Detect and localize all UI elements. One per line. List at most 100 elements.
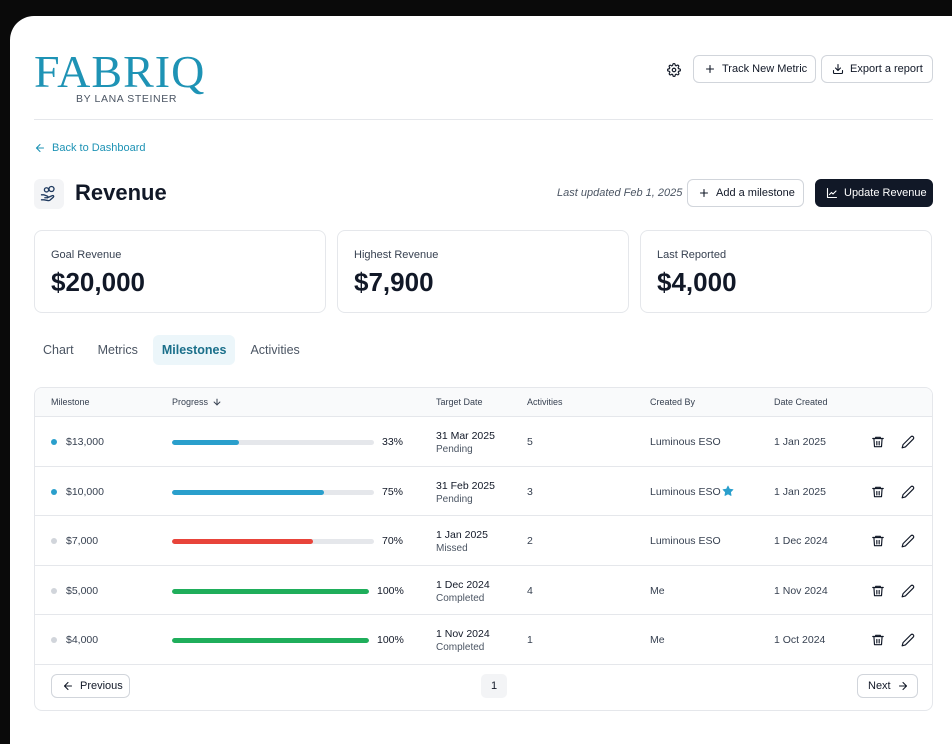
progress-percent: 33%: [382, 436, 404, 448]
column-header-label: Milestone: [51, 397, 90, 407]
delete-milestone-button[interactable]: [870, 632, 886, 648]
progress-percent: 75%: [382, 485, 404, 498]
edit-milestone-button[interactable]: [900, 434, 916, 450]
edit-milestone-button[interactable]: [900, 632, 916, 648]
created-by: Luminous ESO: [650, 535, 721, 547]
previous-page-button[interactable]: Previous: [51, 674, 130, 698]
hand-coins-icon: [40, 185, 55, 202]
export-report-label: Export a report: [850, 63, 923, 75]
next-page-button[interactable]: Next: [857, 674, 918, 698]
table-row[interactable]: $4,000 100% 1 Nov 2024 Completed 1 Me 1 Oct 20…: [35, 615, 932, 665]
track-new-metric-button[interactable]: Track New Metric: [693, 55, 816, 83]
column-header-created-by[interactable]: Created By: [650, 397, 695, 407]
stat-card-last-reported: Last Reported $4,000: [640, 230, 932, 313]
pencil-icon: [901, 534, 915, 548]
created-by: Me: [650, 584, 665, 597]
page-number-current[interactable]: 1: [481, 674, 507, 698]
milestone-value: $5,000: [66, 584, 99, 597]
progress-bar: [172, 588, 369, 594]
column-header-target-date[interactable]: Target Date: [436, 397, 483, 407]
delete-milestone-button[interactable]: [870, 583, 886, 599]
progress-bar: [172, 539, 374, 544]
progress-bar: [172, 638, 369, 643]
page-title: Revenue: [75, 180, 167, 205]
brand-logo[interactable]: FABRIQ BY LANA STEINER: [34, 46, 206, 106]
status-dot: [51, 538, 57, 544]
update-revenue-label: Update Revenue: [844, 187, 927, 199]
edit-milestone-button[interactable]: [900, 484, 916, 500]
table-row[interactable]: $5,000 100% 1 Dec 2024 Completed 4 Me 1 Nov 20…: [35, 566, 932, 615]
tab-metrics[interactable]: Metrics: [89, 335, 147, 365]
brand-name: FABRIQ: [34, 46, 206, 97]
arrow-left-icon: [35, 143, 45, 153]
column-header-date-created[interactable]: Date Created: [774, 397, 828, 407]
milestone-status: Missed: [436, 543, 468, 554]
add-milestone-button[interactable]: Add a milestone: [687, 179, 804, 207]
status-dot: [51, 587, 57, 594]
tab-chart[interactable]: Chart: [34, 335, 83, 365]
update-revenue-button[interactable]: Update Revenue: [815, 179, 933, 207]
column-header-progress[interactable]: Progress: [172, 397, 222, 407]
delete-milestone-button[interactable]: [870, 533, 886, 549]
column-header-milestone[interactable]: Milestone: [51, 397, 90, 407]
edit-milestone-button[interactable]: [900, 583, 916, 599]
progress-bar: [172, 489, 374, 495]
activities-count: 3: [527, 485, 533, 498]
edit-milestone-button[interactable]: [900, 533, 916, 549]
next-page-label: Next: [868, 680, 891, 692]
column-header-activities[interactable]: Activities: [527, 397, 563, 407]
progress-bar-fill: [172, 440, 239, 445]
milestone-status: Pending: [436, 493, 473, 505]
milestone-status: Completed: [436, 642, 485, 653]
target-date: 1 Dec 2024: [436, 578, 490, 591]
stat-value: $4,000: [657, 267, 737, 297]
tab-milestones[interactable]: Milestones: [152, 335, 236, 365]
milestone-value: $13,000: [66, 436, 104, 448]
progress-bar: [172, 440, 374, 445]
back-to-dashboard-label: Back to Dashboard: [52, 142, 146, 154]
stat-value: $7,900: [354, 267, 434, 297]
delete-milestone-button[interactable]: [870, 434, 886, 450]
stat-label: Highest Revenue: [354, 249, 439, 261]
milestone-status: Completed: [436, 592, 485, 604]
progress-bar-fill: [172, 539, 314, 544]
date-created: 1 Jan 2025: [774, 485, 826, 498]
activities-count: 2: [527, 535, 533, 547]
progress-percent: 100%: [377, 634, 404, 646]
export-report-button[interactable]: Export a report: [821, 55, 933, 83]
milestone-status: Pending: [436, 444, 473, 455]
table-row[interactable]: $10,000 75% 31 Feb 2025 Pending 3 Luminous ES…: [35, 467, 932, 516]
progress-percent: 70%: [382, 535, 404, 547]
trash-icon: [872, 585, 884, 596]
activities-count: 5: [527, 436, 533, 448]
column-header-label: Progress: [172, 397, 209, 407]
starred-badge: [722, 485, 734, 500]
table-row[interactable]: $13,000 33% 31 Mar 2025 Pending 5 Luminous ES…: [35, 417, 932, 467]
arrow-right-icon: [898, 681, 907, 691]
column-header-label: Activities: [527, 397, 563, 407]
stat-value: $20,000: [51, 267, 145, 297]
date-created: 1 Jan 2025: [774, 436, 826, 448]
delete-milestone-button[interactable]: [870, 484, 886, 500]
milestones-table: Milestone Progress Target Date Activitie…: [34, 387, 933, 711]
back-to-dashboard-link[interactable]: Back to Dashboard: [34, 142, 146, 154]
table-row[interactable]: $7,000 70% 1 Jan 2025 Missed 2 Luminous ESO 1 …: [35, 516, 932, 566]
download-icon: [832, 63, 844, 75]
progress-bar-fill: [172, 588, 369, 594]
activities-count: 4: [527, 584, 533, 597]
created-by: Me: [650, 634, 665, 646]
progress-percent: 100%: [377, 584, 404, 597]
tab-activities[interactable]: Activities: [241, 335, 308, 365]
star-icon: [722, 485, 734, 496]
arrow-left-icon: [63, 681, 73, 691]
plus-icon: [705, 64, 715, 74]
arrow-down-icon: [213, 398, 221, 406]
last-updated-text: Last updated Feb 1, 2025: [557, 187, 683, 199]
stat-card-highest-revenue: Highest Revenue $7,900: [337, 230, 629, 313]
pagination: Previous 1 Next: [35, 664, 932, 710]
settings-button[interactable]: [664, 60, 684, 80]
plus-icon: [699, 188, 709, 198]
stat-card-goal-revenue: Goal Revenue $20,000: [34, 230, 326, 313]
created-by: Luminous ESO: [650, 485, 721, 498]
trash-icon: [872, 486, 884, 497]
